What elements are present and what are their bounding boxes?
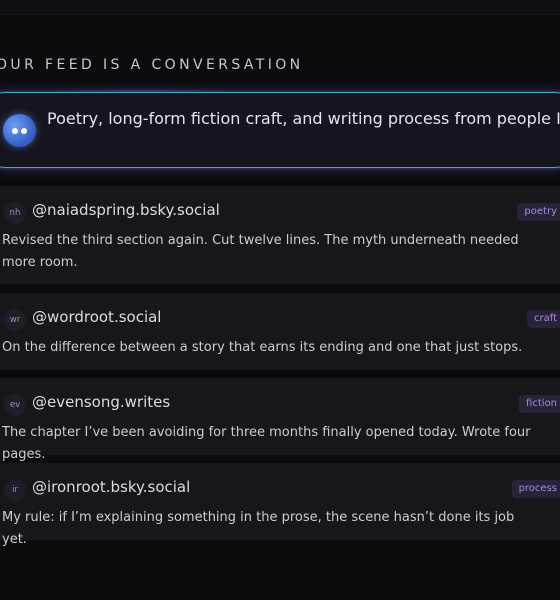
- author-handle[interactable]: @ironroot.bsky.social: [32, 478, 190, 496]
- feed-prompt-text[interactable]: Poetry, long-form fiction craft, and wri…: [47, 109, 560, 128]
- top-bar: [0, 0, 560, 15]
- author-handle[interactable]: @wordroot.social: [32, 308, 161, 326]
- post-card[interactable]: wr @wordroot.social craft On the differe…: [0, 293, 560, 370]
- author-handle[interactable]: @evensong.writes: [32, 393, 170, 411]
- post-card[interactable]: ev @evensong.writes fiction The chapter …: [0, 378, 560, 462]
- author-handle[interactable]: @naiadspring.bsky.social: [32, 201, 220, 219]
- avatar-eye-right: [21, 128, 27, 134]
- post-card[interactable]: nh @naiadspring.bsky.social poetry Revis…: [0, 186, 560, 284]
- topic-tag[interactable]: fiction: [519, 395, 560, 413]
- post-text: My rule: if I’m explaining something in …: [2, 510, 515, 547]
- author-avatar: ir: [4, 479, 26, 501]
- author-avatar: nh: [4, 202, 26, 224]
- feed-heading: OUR FEED IS A CONVERSATION: [0, 57, 304, 73]
- feed-page: OUR FEED IS A CONVERSATION Poetry, long-…: [0, 0, 560, 600]
- assistant-avatar-icon: [3, 114, 36, 147]
- topic-tag[interactable]: poetry: [517, 203, 560, 221]
- post-text: The chapter I’ve been avoiding for three…: [2, 425, 531, 462]
- feed-prompt-input[interactable]: [0, 92, 560, 168]
- post-text: Revised the third section again. Cut twe…: [2, 233, 519, 270]
- author-avatar: ev: [4, 394, 26, 416]
- post-card[interactable]: ir @ironroot.bsky.social process My rule…: [0, 463, 560, 547]
- topic-tag[interactable]: craft: [526, 310, 560, 328]
- topic-tag[interactable]: process: [511, 480, 560, 498]
- avatar-eye-left: [12, 128, 18, 134]
- author-avatar: wr: [4, 309, 26, 331]
- post-text: On the difference between a story that e…: [2, 340, 523, 355]
